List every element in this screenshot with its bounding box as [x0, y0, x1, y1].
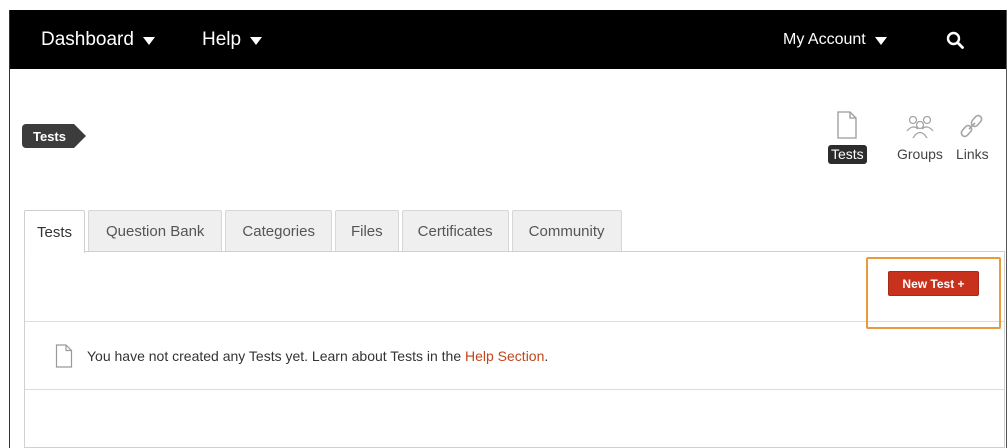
top-navigation-bar: Dashboard Help My Account [10, 10, 1006, 69]
section-tabs: Tests Question Bank Categories Files Cer… [24, 210, 625, 253]
groups-icon [906, 115, 934, 139]
tab-label: Categories [242, 223, 315, 240]
new-test-button[interactable]: New Test + [888, 271, 979, 296]
help-menu-label: Help [202, 28, 242, 50]
tab-label: Files [350, 223, 383, 240]
app-frame: Dashboard Help My Account Tests Tests Gr… [9, 10, 1007, 448]
tab-files[interactable]: Files [334, 210, 399, 252]
breadcrumb-label: Tests [33, 128, 66, 144]
empty-state-row: You have not created any Tests yet. Lear… [25, 322, 1004, 390]
link-icon [960, 114, 983, 138]
tab-tests[interactable]: Tests [24, 210, 86, 253]
empty-state-message: You have not created any Tests yet. Lear… [55, 344, 548, 368]
caret-down-icon [874, 36, 887, 45]
search-icon [946, 31, 964, 49]
dashboard-menu-label: Dashboard [41, 28, 134, 50]
tab-label: Question Bank [106, 223, 205, 240]
caret-down-icon [250, 36, 263, 45]
tab-label: Community [528, 223, 605, 240]
tab-question-bank[interactable]: Question Bank [88, 210, 223, 252]
dashboard-menu[interactable]: Dashboard [41, 10, 155, 69]
tab-certificates[interactable]: Certificates [401, 210, 509, 252]
switch-tests-label: Tests [828, 145, 867, 164]
tests-content-panel: New Test + You have not created any Test… [24, 251, 1005, 448]
tab-label: Certificates [417, 223, 493, 240]
switch-links-label: Links [956, 146, 989, 162]
empty-state-suffix: . [544, 348, 549, 364]
tab-label: Tests [37, 223, 73, 241]
switch-links[interactable]: Links [953, 107, 992, 167]
document-icon [837, 111, 857, 139]
switch-groups-label: Groups [897, 146, 943, 162]
document-icon [55, 344, 73, 368]
toolbar-row: New Test + [25, 252, 1004, 329]
switch-tests[interactable]: Tests [828, 107, 867, 167]
tab-categories[interactable]: Categories [225, 210, 332, 252]
tab-community[interactable]: Community [511, 210, 622, 252]
new-test-button-label: New Test + [902, 276, 965, 291]
search-button[interactable] [944, 10, 966, 69]
caret-down-icon [142, 36, 155, 45]
my-account-label: My Account [783, 30, 866, 48]
breadcrumb: Tests [22, 124, 86, 148]
breadcrumb-item-tests[interactable]: Tests [22, 124, 86, 148]
help-menu[interactable]: Help [202, 10, 263, 69]
help-section-link[interactable]: Help Section [465, 348, 544, 364]
my-account-menu[interactable]: My Account [783, 10, 887, 69]
empty-state-text: You have not created any Tests yet. Lear… [87, 348, 465, 364]
switch-groups[interactable]: Groups [894, 107, 946, 167]
